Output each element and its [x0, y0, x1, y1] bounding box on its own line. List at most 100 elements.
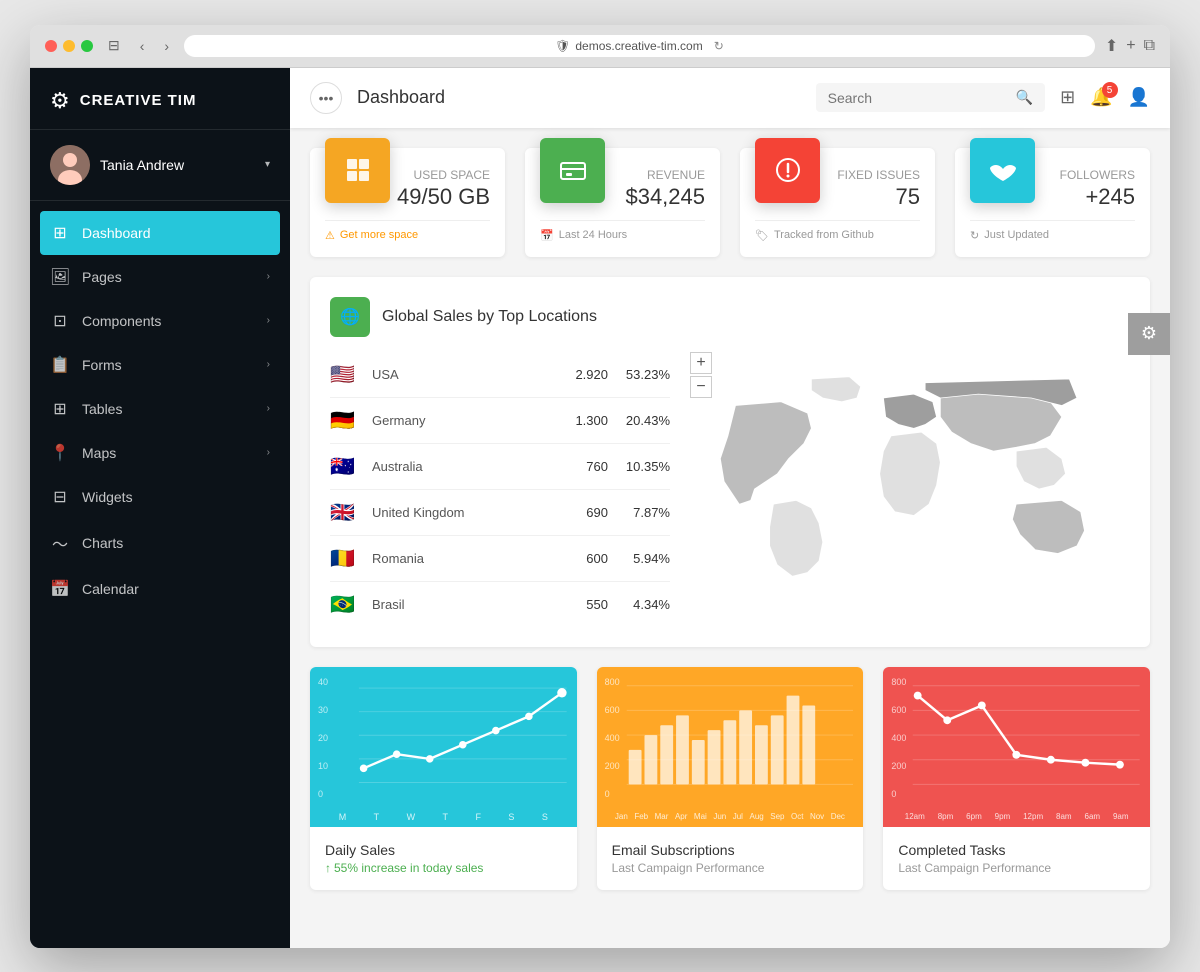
search-input[interactable] [828, 90, 1008, 106]
grid-view-icon[interactable]: ⊞ [1060, 87, 1075, 108]
revenue-icon-box [540, 138, 605, 203]
chart-area-daily-sales: 403020100 [310, 667, 577, 827]
country-name: USA [372, 367, 563, 382]
sidebar-item-pages[interactable]: 🖼 Pages › [30, 255, 290, 299]
zoom-out-icon[interactable]: − [690, 376, 712, 398]
forward-icon[interactable]: › [159, 36, 174, 56]
country-name: Germany [372, 413, 563, 428]
location-row: 🇷🇴 Romania 600 5.94% [330, 536, 670, 582]
shield-icon: 🛡 [555, 39, 570, 53]
flag-de: 🇩🇪 [330, 408, 360, 433]
map-content: 🇺🇸 USA 2.920 53.23% 🇩🇪 Germany 1.300 20.… [330, 352, 1130, 627]
sidebar-item-calendar[interactable]: 📅 Calendar [30, 567, 290, 611]
chevron-right-icon: › [267, 271, 270, 282]
map-controls: + − [690, 352, 712, 398]
sidebar-item-forms[interactable]: 📋 Forms › [30, 343, 290, 387]
footer-text: Last 24 Hours [559, 229, 627, 241]
calendar-icon: 📅 [50, 579, 70, 599]
sidebar-item-label: Tables [82, 401, 122, 417]
world-map: + − [690, 352, 1130, 627]
tables-icon: ⊞ [50, 399, 70, 419]
section-header: 🌐 Global Sales by Top Locations [330, 297, 1130, 337]
warning-icon: ⚠ [325, 229, 335, 242]
chart-info: Email Subscriptions Last Campaign Perfor… [597, 827, 864, 890]
stat-footer: 🏷 Tracked from Github [755, 220, 920, 242]
reload-icon[interactable]: ↻ [714, 39, 724, 53]
sidebar-item-label: Pages [82, 269, 122, 285]
back-icon[interactable]: ‹ [135, 36, 150, 56]
percent: 7.87% [620, 505, 670, 520]
sidebar-item-label: Maps [82, 445, 116, 461]
charts-icon: 〜 [50, 531, 70, 555]
chart-area-tasks: 8006004002000 [883, 667, 1150, 827]
zoom-in-icon[interactable]: + [690, 352, 712, 374]
count: 1.300 [575, 413, 608, 428]
search-icon[interactable]: 🔍 [1016, 89, 1033, 106]
chevron-right-icon: › [267, 447, 270, 458]
notification-badge: 5 [1102, 82, 1118, 98]
duplicate-icon[interactable]: ⧉ [1144, 36, 1155, 56]
chevron-down-icon: ▾ [265, 159, 270, 170]
url-text: demos.creative-tim.com [575, 39, 702, 53]
stat-card-used-space: Used Space 49/50 GB ⚠ Get more space [310, 148, 505, 257]
world-map-svg [690, 374, 1130, 604]
chevron-right-icon: › [267, 359, 270, 370]
country-name: Australia [372, 459, 574, 474]
chart-x-labels: MTWTFSS [320, 810, 567, 827]
chart-info: Completed Tasks Last Campaign Performanc… [883, 827, 1150, 890]
chevron-right-icon: › [267, 315, 270, 326]
count: 760 [586, 459, 608, 474]
chart-y-labels: 8006004002000 [891, 677, 906, 799]
user-profile-icon[interactable]: 👤 [1128, 87, 1150, 108]
count: 2.920 [575, 367, 608, 382]
sidebar-item-label: Components [82, 313, 161, 329]
chart-y-labels: 8006004002000 [605, 677, 620, 799]
page-title: Dashboard [357, 87, 801, 108]
top-bar-icons: ⊞ 🔔 5 👤 [1060, 87, 1150, 108]
used-space-icon-box [325, 138, 390, 203]
sidebar-item-label: Widgets [82, 489, 133, 505]
section-title: Global Sales by Top Locations [382, 308, 597, 326]
share-icon[interactable]: ⬆ [1105, 36, 1118, 56]
location-row: 🇦🇺 Australia 760 10.35% [330, 444, 670, 490]
chart-card-email: 8006004002000 [597, 667, 864, 890]
footer-text: Tracked from Github [774, 229, 874, 241]
sidebar: ⚙ CREATIVE TIM Tania Andrew ▾ ⊞ Dashbo [30, 68, 290, 948]
logo-text: CREATIVE TIM [80, 92, 197, 109]
count: 600 [586, 551, 608, 566]
sidebar-toggle-icon[interactable]: ⊟ [103, 35, 125, 56]
stat-card-revenue: Revenue $34,245 📅 Last 24 Hours [525, 148, 720, 257]
chart-title: Daily Sales [325, 842, 562, 858]
settings-fab[interactable]: ⚙ [1128, 313, 1170, 355]
location-row: 🇬🇧 United Kingdom 690 7.87% [330, 490, 670, 536]
chart-info: Daily Sales ↑ 55% increase in today sale… [310, 827, 577, 890]
country-name: Brasil [372, 597, 574, 612]
sidebar-item-tables[interactable]: ⊞ Tables › [30, 387, 290, 431]
pages-icon: 🖼 [50, 267, 70, 287]
maximize-button[interactable] [81, 40, 93, 52]
close-button[interactable] [45, 40, 57, 52]
menu-button[interactable]: ••• [310, 82, 342, 114]
sidebar-item-maps[interactable]: 📍 Maps › [30, 431, 290, 475]
sidebar-item-charts[interactable]: 〜 Charts [30, 519, 290, 567]
percent: 53.23% [620, 367, 670, 382]
email-chart [607, 675, 854, 805]
nav-menu: ⊞ Dashboard 🖼 Pages › ⊡ Components › 📋 F… [30, 201, 290, 948]
avatar [50, 145, 90, 185]
chart-subtitle: Last Campaign Performance [612, 861, 849, 875]
percent: 20.43% [620, 413, 670, 428]
sidebar-logo: ⚙ CREATIVE TIM [30, 68, 290, 130]
flag-usa: 🇺🇸 [330, 362, 360, 387]
app-container: ⚙ CREATIVE TIM Tania Andrew ▾ ⊞ Dashbo [30, 68, 1170, 948]
minimize-button[interactable] [63, 40, 75, 52]
location-row: 🇩🇪 Germany 1.300 20.43% [330, 398, 670, 444]
new-tab-icon[interactable]: + [1126, 36, 1135, 56]
notification-icon[interactable]: 🔔 5 [1090, 87, 1112, 108]
sidebar-item-label: Calendar [82, 581, 139, 597]
fixed-issues-icon-box [755, 138, 820, 203]
user-profile[interactable]: Tania Andrew ▾ [30, 130, 290, 201]
sidebar-item-components[interactable]: ⊡ Components › [30, 299, 290, 343]
sidebar-item-dashboard[interactable]: ⊞ Dashboard [40, 211, 280, 255]
footer-text: Get more space [340, 229, 418, 241]
sidebar-item-widgets[interactable]: ⊟ Widgets [30, 475, 290, 519]
